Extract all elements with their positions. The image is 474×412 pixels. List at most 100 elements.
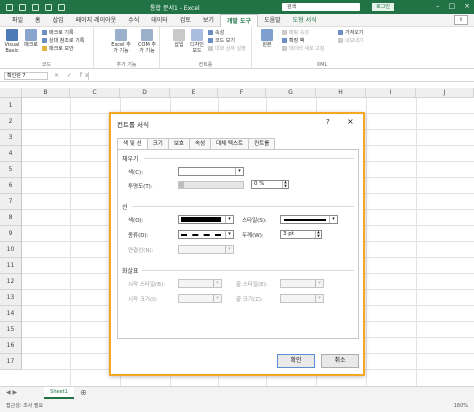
tab-developer[interactable]: 개발 도구 <box>219 13 259 27</box>
transparency-input[interactable]: 0 % ▲ ▼ <box>251 180 289 189</box>
redo-icon[interactable] <box>45 3 52 11</box>
row-header[interactable]: 13 <box>0 290 22 306</box>
properties-button[interactable]: 속성 <box>208 30 224 37</box>
search-input[interactable]: 검색 <box>282 3 360 11</box>
row-header[interactable]: 4 <box>0 146 22 162</box>
excel-addins-button[interactable]: Excel 추가 기능 <box>110 29 132 54</box>
column-header[interactable]: J <box>416 88 474 98</box>
close-icon[interactable]: × <box>347 117 354 126</box>
slider-thumb[interactable] <box>179 182 184 188</box>
column-header[interactable]: H <box>316 88 366 98</box>
spinner-icon[interactable]: ▲ ▼ <box>315 230 321 238</box>
row-header[interactable]: 5 <box>0 162 22 178</box>
spinner-icon[interactable]: ▲ ▼ <box>282 180 288 188</box>
column-header[interactable]: E <box>170 88 218 98</box>
row-header[interactable]: 15 <box>0 322 22 338</box>
save-icon[interactable] <box>19 3 26 11</box>
tab-properties[interactable]: 속성 <box>188 138 212 149</box>
column-header[interactable]: F <box>218 88 266 98</box>
tab-insert[interactable]: 삽입 <box>47 14 70 27</box>
formula-buttons[interactable]: × ✓ fx <box>54 72 92 79</box>
share-icon[interactable]: ⇪ <box>453 15 468 25</box>
tab-file[interactable]: 파일 <box>6 14 29 27</box>
expansion-pack-button[interactable]: 확장 팩 <box>282 38 304 45</box>
column-header[interactable]: G <box>266 88 316 98</box>
tab-size[interactable]: 크기 <box>146 138 169 149</box>
connector-dropdown[interactable]: ▾ <box>178 245 234 254</box>
import-button[interactable]: 가져오기 <box>338 30 363 37</box>
transparency-slider[interactable] <box>178 181 244 189</box>
zoom-level[interactable]: 160% <box>454 400 468 412</box>
view-code-button[interactable]: 코드 보기 <box>208 38 235 45</box>
tab-protection[interactable]: 보호 <box>167 138 190 149</box>
xml-source-button[interactable]: 원본 <box>258 29 276 48</box>
row-header[interactable]: 12 <box>0 274 22 290</box>
add-sheet-icon[interactable]: ⊕ <box>80 388 87 397</box>
row-header[interactable]: 6 <box>0 178 22 194</box>
design-mode-button[interactable]: 디자인 모드 <box>188 29 206 54</box>
row-header[interactable]: 9 <box>0 226 22 242</box>
tab-alt-text[interactable]: 대체 텍스트 <box>210 138 250 149</box>
column-header[interactable]: I <box>366 88 416 98</box>
relative-reference-button[interactable]: 상대 참조로 기록 <box>42 38 84 45</box>
line-style-dropdown[interactable]: ▾ <box>280 215 338 224</box>
visual-basic-button[interactable]: Visual Basic <box>3 29 21 54</box>
sheet-tab-sheet1[interactable]: Sheet1 <box>44 387 74 399</box>
row-header[interactable]: 17 <box>0 354 22 370</box>
tab-view[interactable]: 보기 <box>197 14 220 27</box>
maximize-icon[interactable]: □ <box>449 2 456 10</box>
tab-shape-format[interactable]: 도형 서식 <box>287 14 323 27</box>
row-header[interactable]: 1 <box>0 98 22 114</box>
begin-style-dropdown[interactable]: ▾ <box>178 279 222 288</box>
end-style-dropdown[interactable]: ▾ <box>280 279 324 288</box>
record-macro-button[interactable]: 매크로 기록 <box>42 30 74 37</box>
tab-formulas[interactable]: 수식 <box>122 14 145 27</box>
close-window-icon[interactable]: × <box>464 2 470 10</box>
tab-data[interactable]: 데이터 <box>145 14 174 27</box>
formula-input[interactable] <box>88 72 470 80</box>
quick-access-icon[interactable] <box>58 3 65 11</box>
cancel-button[interactable]: 취소 <box>321 354 359 368</box>
help-icon[interactable]: ? <box>326 118 330 126</box>
undo-icon[interactable] <box>32 3 39 11</box>
select-all-corner[interactable] <box>0 88 22 98</box>
com-addins-button[interactable]: COM 추가 기능 <box>136 29 158 54</box>
tab-page-layout[interactable]: 페이지 레이아웃 <box>70 14 123 27</box>
row-header[interactable]: 3 <box>0 130 22 146</box>
run-dialog-button[interactable]: 대화 상자 실행 <box>208 46 246 53</box>
line-color-dropdown[interactable]: ▾ <box>178 215 234 224</box>
dash-type-dropdown[interactable]: ▾ <box>178 230 234 239</box>
autosave-icon[interactable] <box>6 3 13 11</box>
insert-control-button[interactable]: 삽입 <box>170 29 188 48</box>
name-box[interactable]: 확인란 7 <box>4 72 48 80</box>
row-header[interactable]: 16 <box>0 338 22 354</box>
column-header[interactable]: B <box>22 88 70 98</box>
resize-grip-icon[interactable]: ⋰ <box>356 366 361 372</box>
line-weight-input[interactable]: 3 pt ▲ ▼ <box>280 230 322 239</box>
macro-button[interactable]: 매크로 <box>22 29 40 48</box>
column-header[interactable]: C <box>70 88 120 98</box>
login-button[interactable]: 로그인 <box>372 3 394 11</box>
tab-help[interactable]: 도움말 <box>258 14 287 27</box>
export-button[interactable]: 내보내기 <box>338 38 363 45</box>
row-header[interactable]: 8 <box>0 210 22 226</box>
ok-button[interactable]: 확인 <box>277 354 315 368</box>
refresh-data-button[interactable]: 데이터 새로 고침 <box>282 46 324 53</box>
row-header[interactable]: 11 <box>0 258 22 274</box>
end-size-dropdown[interactable]: ▾ <box>280 294 324 303</box>
row-header[interactable]: 2 <box>0 114 22 130</box>
fill-color-dropdown[interactable]: ▾ <box>178 167 244 176</box>
accessibility-status[interactable]: 접근성: 조사 필요 <box>6 403 43 409</box>
row-header[interactable]: 14 <box>0 306 22 322</box>
tab-control[interactable]: 컨트롤 <box>248 138 276 149</box>
tab-review[interactable]: 검토 <box>174 14 197 27</box>
column-header[interactable]: D <box>120 88 170 98</box>
row-header[interactable]: 7 <box>0 194 22 210</box>
minimize-icon[interactable]: – <box>436 2 440 10</box>
begin-size-dropdown[interactable]: ▾ <box>178 294 222 303</box>
map-properties-button[interactable]: 매핑 속성 <box>282 30 309 37</box>
row-header[interactable]: 10 <box>0 242 22 258</box>
sheet-nav-icon[interactable]: ◀ ▶ <box>6 389 17 396</box>
tab-home[interactable]: 홈 <box>29 14 47 27</box>
macro-security-button[interactable]: 매크로 보안 <box>42 46 74 53</box>
